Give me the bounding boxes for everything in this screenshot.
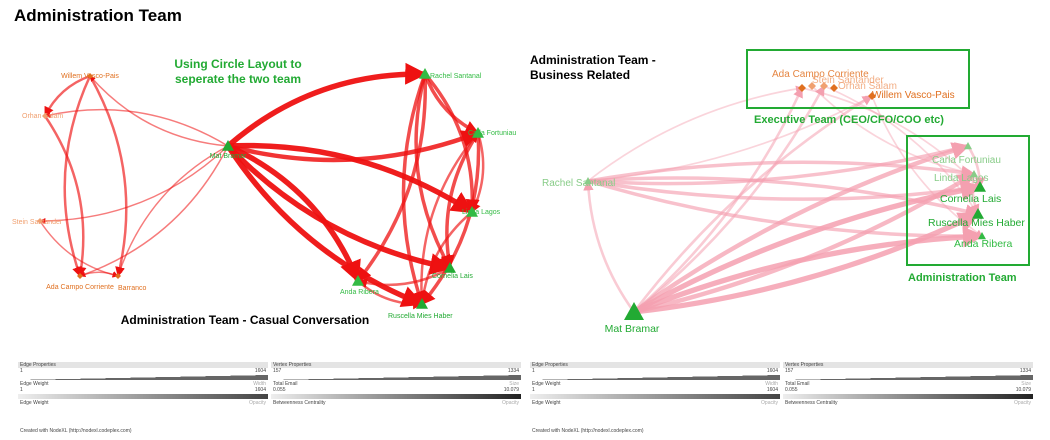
node-label-rachel: Rachel Santanal <box>542 178 615 189</box>
edge-properties-legend: Edge Properties 1 1604 Edge Weight Width 1… <box>18 362 268 406</box>
legend-max: 1604 <box>254 368 266 374</box>
legend-kind: Opacity <box>249 400 266 406</box>
opacity-gradient-bar <box>271 394 521 399</box>
node-label-carla: Carla Fortuniau <box>468 130 516 137</box>
legend-max: 1334 <box>1019 368 1031 374</box>
executive-team-label: Executive Team (CEO/CFO/COO etc) <box>754 114 944 126</box>
left-graph-canvas: Mat Bramar Willem Vasco-Pais Orhan Salam St… <box>12 57 516 327</box>
legend-min: 1 <box>20 368 23 374</box>
legend-min: 157 <box>273 368 282 374</box>
casual-conversation-graph: Mat Bramar Willem Vasco-Pais Orhan Salam St… <box>0 36 520 356</box>
legend-label: Edge Weight <box>532 400 561 406</box>
node-label-ruscella: Ruscella Mies Haber <box>388 313 453 320</box>
node-label-ada: Ada Campo Corriente <box>46 284 114 291</box>
right-legend: Edge Properties 1 1604 Edge Weight Width 1… <box>530 362 1035 420</box>
legend-kind: Opacity <box>502 400 519 406</box>
node-label-rachel: Rachel Santanal <box>430 73 482 80</box>
node-label-willem: Willem Vasco-Pais <box>61 73 119 80</box>
node-label-barranco: Barranco <box>118 285 147 292</box>
credit-text: Created with NodeXL (http://nodexl.codep… <box>532 428 644 434</box>
edge-willem-ada <box>63 75 92 277</box>
edge-properties-legend: Edge Properties 1 1604 Edge Weight Width 1… <box>530 362 780 406</box>
legend-max: 10.079 <box>1015 387 1031 393</box>
legend-min: 157 <box>785 368 794 374</box>
legend-label: Edge Weight <box>20 400 49 406</box>
right-caption: Administration Team -Business Related <box>530 53 656 82</box>
node-label-stein: Stein Santander <box>12 219 63 226</box>
legend-kind: Opacity <box>1014 400 1031 406</box>
node-ada[interactable] <box>798 84 806 92</box>
legend-min: 0.055 <box>785 387 798 393</box>
legend-min: 1 <box>20 387 23 393</box>
node-label-carla: Carla Fortuniau <box>932 155 1001 166</box>
node-ada[interactable] <box>77 273 83 279</box>
legend-min: 1 <box>532 387 535 393</box>
legend-max: 1334 <box>507 368 519 374</box>
legend-label: Betweenness Centrality <box>273 400 326 406</box>
opacity-gradient-bar <box>18 394 268 399</box>
annotation-line: Using Circle Layout to <box>174 57 301 71</box>
legend-max: 1604 <box>766 368 778 374</box>
vertex-properties-legend: Vertex Properties 157 1334 Total Email Siz… <box>783 362 1033 406</box>
legend-label: Betweenness Centrality <box>785 400 838 406</box>
legend-kind: Opacity <box>761 400 778 406</box>
annotation-line: seperate the two team <box>175 72 301 86</box>
page-title: Administration Team <box>14 6 182 25</box>
opacity-gradient-bar <box>783 394 1033 399</box>
business-related-graph: Mat Bramar Rachel Santanal Willem Vasco-Pa… <box>522 36 1042 356</box>
node-barranco[interactable] <box>115 273 121 279</box>
node-label-cornelia: Cornelia Lais <box>940 193 1001 205</box>
node-label-mat: Mat Bramar <box>605 323 660 335</box>
caption-line: Administration Team - <box>530 53 656 67</box>
left-legend: Edge Properties 1 1604 Edge Weight Width 1… <box>18 362 523 420</box>
edge-stein-barranco <box>39 220 119 278</box>
edge-mat-rachel <box>583 179 636 313</box>
edge-mat-barranco <box>116 145 229 277</box>
edges-layer <box>39 62 485 310</box>
node-label-cornelia: Cornelia Lais <box>432 273 473 280</box>
edge-ada-barranco <box>79 271 119 277</box>
opacity-gradient-bar <box>530 394 780 399</box>
node-label-anda: Anda Ribera <box>954 238 1013 250</box>
legend-min: 0.055 <box>273 387 286 393</box>
legend-max: 10.079 <box>503 387 519 393</box>
administration-team-label: Administration Team <box>908 272 1017 284</box>
credit-text: Created with NodeXL (http://nodexl.codep… <box>20 428 132 434</box>
width-gradient-bar <box>530 375 780 380</box>
left-caption: Administration Team - Casual Conversatio… <box>121 313 370 327</box>
node-label-orhan: Orhan Salam <box>22 113 63 120</box>
node-label-anda: Anda Ribera <box>340 289 379 296</box>
executive-overlap-label: Orhan Salam <box>838 81 897 92</box>
width-gradient-bar <box>18 375 268 380</box>
legend-max: 1604 <box>254 387 266 393</box>
right-graph-canvas: Mat BramarRachel SantanalWillem Vasco-Pa… <box>530 49 1030 335</box>
node-label-ruscella: Ruscella Mies Haber <box>928 217 1025 229</box>
size-gradient-bar <box>271 375 521 380</box>
size-gradient-bar <box>783 375 1033 380</box>
legend-min: 1 <box>532 368 535 374</box>
annotation-text: Using Circle Layout to seperate the two t… <box>174 57 301 86</box>
caption-line: Business Related <box>530 68 630 82</box>
node-label-mat: Mat Bramar <box>210 153 247 160</box>
legend-max: 1604 <box>766 387 778 393</box>
vertex-properties-legend: Vertex Properties 157 1334 Total Email Siz… <box>271 362 521 406</box>
node-label-linda: Linda Lagos <box>462 209 501 216</box>
